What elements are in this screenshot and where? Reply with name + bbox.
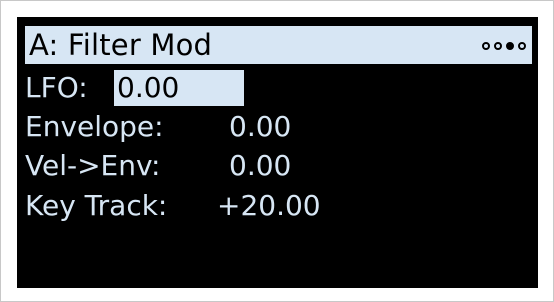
param-label-lfo: LFO:: [25, 71, 88, 104]
page-title: A: Filter Mod: [29, 28, 213, 62]
param-value-vel-env[interactable]: 0.00: [229, 148, 291, 184]
display-screen: A: Filter Mod LFO: 0.00 Envelope: 0.00 V…: [17, 17, 538, 288]
param-label-vel-env: Vel->Env:: [25, 149, 161, 182]
page-header: A: Filter Mod: [25, 26, 532, 64]
page-dot-3-current: [506, 42, 514, 50]
page-dot-2: [494, 42, 502, 50]
page-indicator: [482, 39, 526, 53]
param-value-lfo[interactable]: 0.00: [114, 70, 244, 106]
page-dot-1: [482, 42, 490, 50]
param-value-envelope[interactable]: 0.00: [229, 109, 291, 145]
param-value-key-track[interactable]: +20.00: [217, 188, 321, 224]
param-label-envelope: Envelope:: [25, 110, 164, 143]
screenshot-frame: A: Filter Mod LFO: 0.00 Envelope: 0.00 V…: [0, 0, 554, 302]
param-label-key-track: Key Track:: [25, 189, 168, 222]
page-dot-4: [518, 42, 526, 50]
